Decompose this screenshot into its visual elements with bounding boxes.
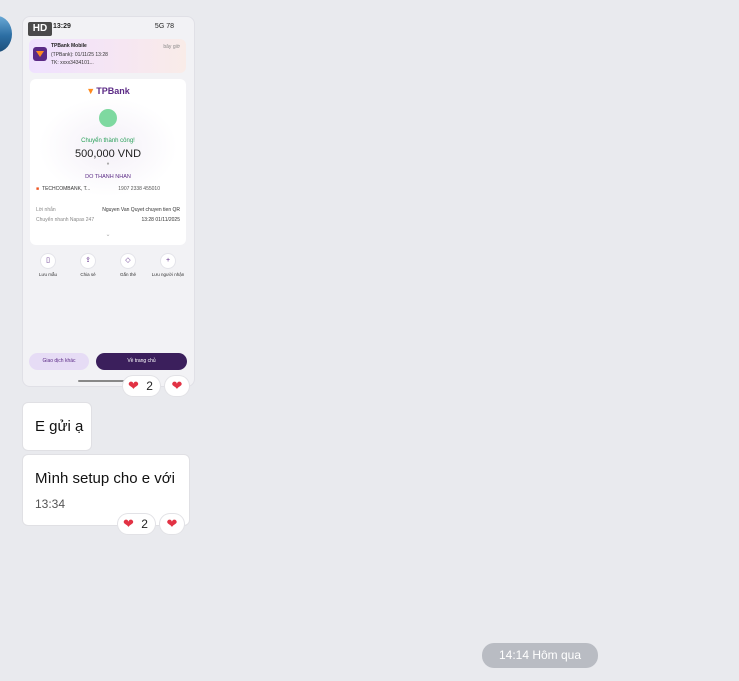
transfer-receipt-card: ▼TPBank Chuyển thành công! 500,000 VND ●… [30, 79, 186, 245]
bank-notification: TPBank Mobile (TPBank): 01/11/25 13:28 T… [29, 39, 186, 73]
phone-status-time: 13:29 [53, 23, 71, 30]
date-separator: 14:14 Hôm qua [482, 643, 598, 668]
heart-icon: ❤ [128, 378, 139, 393]
reaction-summary[interactable]: ❤ 2 [123, 376, 160, 396]
home-button: Về trang chủ [96, 353, 187, 370]
action-label: Lưu người nhận [151, 272, 185, 277]
reaction-count: 2 [141, 517, 148, 531]
phone-status-indicators: 5G 78 [154, 23, 174, 30]
detail-value: Nguyen Van Quyet chuyen tien QR [102, 207, 180, 213]
action-save-template: ▯ Lưu mẫu [31, 253, 65, 277]
message-time: 13:34 [35, 497, 66, 511]
react-heart-button[interactable]: ❤ [165, 376, 189, 396]
reaction-summary[interactable]: ❤ 2 [118, 514, 155, 534]
notification-title: TPBank Mobile [51, 43, 87, 49]
transfer-status: Chuyển thành công! [81, 138, 135, 144]
detail-label: Chuyển nhanh Napas 247 [36, 217, 95, 223]
transfer-amount: 500,000 VND [74, 148, 142, 160]
action-share: ⇪ Chia sẻ [71, 253, 105, 277]
action-label: Gắn thẻ [119, 272, 136, 277]
notification-time: bây giờ [163, 44, 180, 50]
bank-flag-icon: ■ [36, 186, 40, 192]
recipient-name: DO THANH NHAN [85, 174, 131, 180]
add-user-icon: + [160, 253, 176, 269]
logo-mark-icon: ▼ [86, 86, 96, 96]
receipt-actions: ▯ Lưu mẫu ⇪ Chia sẻ ◇ Gắn thẻ + Lưu ngườ… [23, 253, 194, 293]
detail-row: Lời nhắn Nguyen Van Quyet chuyen tien QR [36, 207, 180, 213]
notification-line2: TK: xxxx3434101... [51, 60, 94, 66]
detail-value: 13:28 01/11/2025 [141, 217, 180, 223]
notification-line1: (TPBank): 01/11/25 13:28 [51, 52, 108, 58]
action-label: Lưu mẫu [38, 272, 58, 277]
other-transaction-button: Giao dịch khác [29, 353, 89, 370]
hd-badge: HD [28, 22, 52, 36]
tpbank-app-icon [33, 47, 47, 61]
tag-icon: ◇ [120, 253, 136, 269]
recipient-account: 1907 2338 455010 [118, 186, 160, 192]
share-icon: ⇪ [80, 253, 96, 269]
action-label: Chia sẻ [80, 272, 96, 277]
recipient-bank-row: ■ TECHCOMBANK, T... 1907 2338 455010 [36, 186, 180, 192]
react-heart-button[interactable]: ❤ [160, 514, 184, 534]
chevron-down-icon: ⌄ [105, 232, 111, 238]
heart-icon: ❤ [171, 378, 183, 393]
separator-dot: ● [106, 161, 110, 167]
heart-icon: ❤ [166, 516, 178, 531]
tpbank-logo: ▼TPBank [86, 86, 130, 96]
heart-icon: ❤ [123, 516, 134, 531]
action-tag: ◇ Gắn thẻ [111, 253, 145, 277]
screenshot-image[interactable]: 13:29 5G 78 TPBank Mobile (TPBank): 01/1… [22, 16, 195, 387]
bookmark-icon: ▯ [40, 253, 56, 269]
action-save-recipient: + Lưu người nhận [151, 253, 185, 277]
message-bubble[interactable]: E gửi ạ [22, 402, 92, 451]
detail-label: Lời nhắn [36, 207, 56, 213]
recipient-bank: TECHCOMBANK, T... [42, 186, 91, 192]
reaction-count: 2 [146, 379, 153, 393]
message-text: Mình setup cho e với [35, 470, 175, 487]
sender-avatar[interactable] [0, 16, 12, 52]
success-check-icon [99, 109, 117, 127]
message-text: E gửi ạ [35, 418, 84, 435]
detail-row: Chuyển nhanh Napas 247 13:28 01/11/2025 [36, 217, 180, 223]
